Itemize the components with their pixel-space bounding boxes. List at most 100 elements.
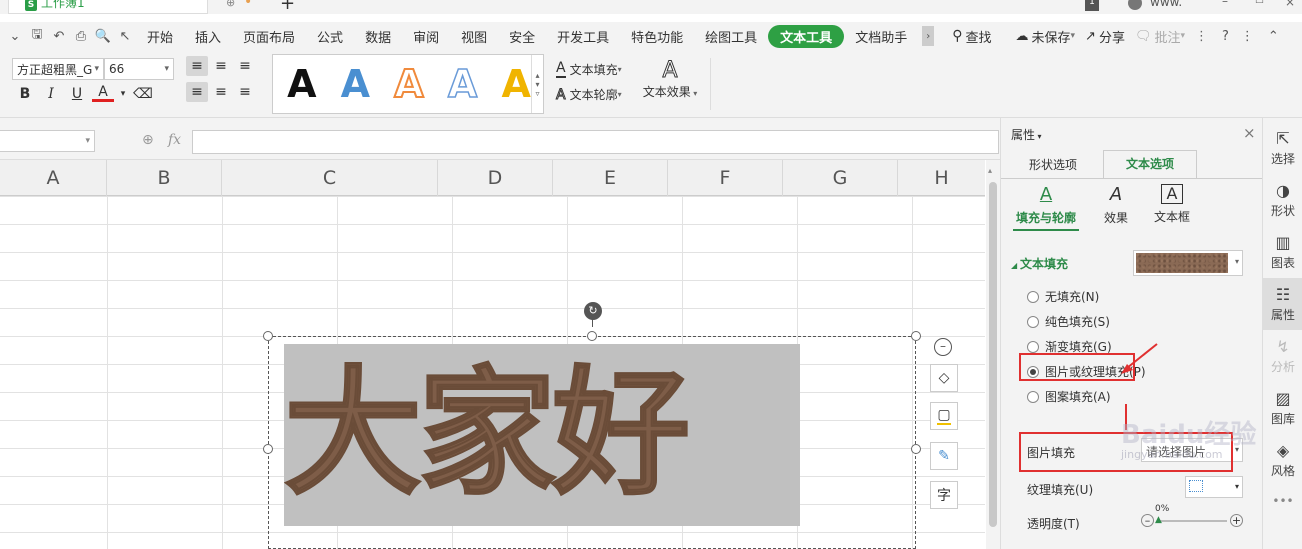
sidebar-item-chart[interactable]: ▥ 图表 (1263, 226, 1302, 278)
avatar[interactable] (1128, 0, 1142, 10)
save-icon[interactable]: 🖫 (26, 27, 48, 45)
sidebar-item-shape[interactable]: ◑ 形状 (1263, 174, 1302, 226)
resize-handle[interactable] (911, 331, 921, 341)
unsaved-button[interactable]: ☁ 未保存 ▾ (1015, 27, 1075, 46)
search-button[interactable]: ⚲ 查找 (952, 27, 991, 46)
name-box[interactable]: ▾ (0, 130, 95, 152)
menu-scroll-right-icon[interactable]: › (922, 26, 935, 46)
undo-icon[interactable]: ↖ (114, 27, 136, 45)
fx-icon[interactable]: fx (168, 132, 181, 148)
radio-pattern-fill[interactable]: 图案填充(A) (1027, 384, 1146, 409)
tab-text-options[interactable]: 文本选项 (1103, 150, 1197, 179)
radio-no-fill[interactable]: 无填充(N) (1027, 284, 1146, 309)
underline-button[interactable]: U (66, 84, 88, 104)
menu-home[interactable]: 开始 (136, 27, 184, 46)
column-header[interactable]: G (783, 160, 898, 196)
pin-icon[interactable]: ⊕ (226, 0, 235, 9)
transparency-minus-button[interactable]: – (1141, 514, 1154, 527)
shape-outline-float-button[interactable]: ▢ (930, 402, 958, 430)
font-size-select[interactable]: 66 ▾ (104, 58, 174, 80)
close-window-icon[interactable]: × (1285, 0, 1295, 9)
rotate-handle-icon[interactable]: ↻ (584, 302, 602, 320)
wordart-style-orange-outline[interactable]: A (382, 58, 436, 110)
column-header[interactable]: B (107, 160, 222, 196)
formula-input[interactable] (192, 130, 999, 154)
text-fill-section[interactable]: ◢ 文本填充 (1011, 255, 1068, 272)
minimize-icon[interactable]: – (1222, 0, 1228, 8)
italic-button[interactable]: I (40, 84, 62, 104)
resize-handle[interactable] (587, 331, 597, 341)
resize-handle[interactable] (263, 444, 273, 454)
text-fill-button[interactable]: A 文本填充 ▾ (556, 60, 622, 78)
gallery-scroll[interactable]: ▴ ▾ ▿ (531, 55, 543, 113)
align-left-icon[interactable]: ≡ (186, 82, 208, 102)
help-icon[interactable]: ? (1222, 29, 1229, 44)
column-header[interactable]: C (222, 160, 438, 196)
new-tab-button[interactable]: + (280, 0, 295, 14)
column-header[interactable]: E (553, 160, 668, 196)
textbox-body[interactable]: 大家好 (284, 344, 800, 526)
font-name-select[interactable]: 方正超粗黑_G ▾ (12, 58, 104, 80)
textbox-text[interactable]: 大家好 (284, 348, 691, 520)
menu-drawing-tools[interactable]: 绘图工具 (694, 27, 768, 46)
bold-button[interactable]: B (14, 84, 36, 104)
subtab-effects[interactable]: A 效果 (1093, 184, 1139, 226)
menu-page-layout[interactable]: 页面布局 (232, 27, 306, 46)
column-header[interactable]: A (0, 160, 107, 196)
shape-fill-float-button[interactable]: ◇ (930, 364, 958, 392)
print-preview-icon[interactable]: 🔍 (92, 27, 114, 45)
fill-preview-select[interactable]: ▾ (1133, 250, 1243, 276)
align-center-icon[interactable]: ≡ (210, 82, 232, 102)
clear-format-icon[interactable]: ⌫ (132, 84, 154, 104)
align-top-icon[interactable]: ≡ (186, 56, 208, 76)
wordart-style-blue[interactable]: A (329, 58, 383, 110)
panel-title[interactable]: 属性 ▾ (1011, 126, 1042, 143)
menu-text-tools[interactable]: 文本工具 (768, 24, 845, 48)
tab-shape-options[interactable]: 形状选项 (1005, 152, 1101, 178)
sidebar-item-properties[interactable]: ☷ 属性 (1263, 278, 1302, 330)
wordart-style-black[interactable]: A (275, 58, 329, 110)
text-wrap-float-button[interactable]: 字 (930, 481, 958, 509)
panel-close-icon[interactable]: × (1243, 124, 1256, 142)
wordart-style-blue-outline[interactable]: A (436, 58, 490, 110)
align-right-icon[interactable]: ≡ (234, 82, 256, 102)
font-color-dropdown-icon[interactable]: ▾ (118, 84, 128, 104)
vertical-scrollbar[interactable]: ▴ (986, 160, 1000, 549)
align-middle-icon[interactable]: ≡ (210, 56, 232, 76)
menu-formulas[interactable]: 公式 (306, 27, 354, 46)
menu-view[interactable]: 视图 (450, 27, 498, 46)
sidebar-more-icon[interactable]: ••• (1263, 486, 1302, 516)
subtab-textbox[interactable]: A 文本框 (1149, 184, 1195, 225)
menu-chevron-icon[interactable]: ⌄ (4, 27, 26, 45)
sidebar-item-select[interactable]: ⇱ 选择 (1263, 122, 1302, 174)
align-bottom-icon[interactable]: ≡ (234, 56, 256, 76)
resize-handle[interactable] (263, 331, 273, 341)
subtab-fill-outline[interactable]: A 填充与轮廓 (1013, 184, 1079, 231)
document-tab[interactable]: S 工作簿1 (8, 0, 208, 14)
transparency-slider[interactable] (1157, 520, 1227, 522)
menu-security[interactable]: 安全 (498, 27, 546, 46)
shape-style-float-button[interactable]: ✎ (930, 442, 958, 470)
menu-insert[interactable]: 插入 (184, 27, 232, 46)
menu-data[interactable]: 数据 (354, 27, 402, 46)
more-icon[interactable]: ⋮ (1195, 29, 1208, 44)
share-button[interactable]: ↗ 分享 (1085, 27, 1125, 46)
column-header[interactable]: F (668, 160, 783, 196)
texture-fill-select[interactable]: ▾ (1185, 476, 1243, 498)
column-header[interactable]: H (898, 160, 985, 196)
slider-thumb[interactable]: ▲ (1155, 515, 1162, 525)
sidebar-item-analysis[interactable]: ↯ 分析 (1263, 330, 1302, 382)
font-color-button[interactable]: A (92, 84, 114, 102)
sidebar-item-gallery[interactable]: ▨ 图库 (1263, 382, 1302, 434)
menu-developer[interactable]: 开发工具 (546, 27, 620, 46)
collapse-ribbon-icon[interactable]: ⌃ (1268, 29, 1279, 44)
sidebar-item-style[interactable]: ◈ 风格 (1263, 434, 1302, 486)
radio-solid-fill[interactable]: 纯色填充(S) (1027, 309, 1146, 334)
menu-special[interactable]: 特色功能 (620, 27, 694, 46)
resize-handle[interactable] (911, 444, 921, 454)
text-effect-button[interactable]: A 文本效果 ▾ (642, 58, 698, 100)
print-icon[interactable]: ⎙ (70, 27, 92, 45)
column-header[interactable]: D (438, 160, 553, 196)
menu-doc-assistant[interactable]: 文档助手 (844, 27, 918, 46)
undo-history-icon[interactable]: ↶ (48, 27, 70, 45)
